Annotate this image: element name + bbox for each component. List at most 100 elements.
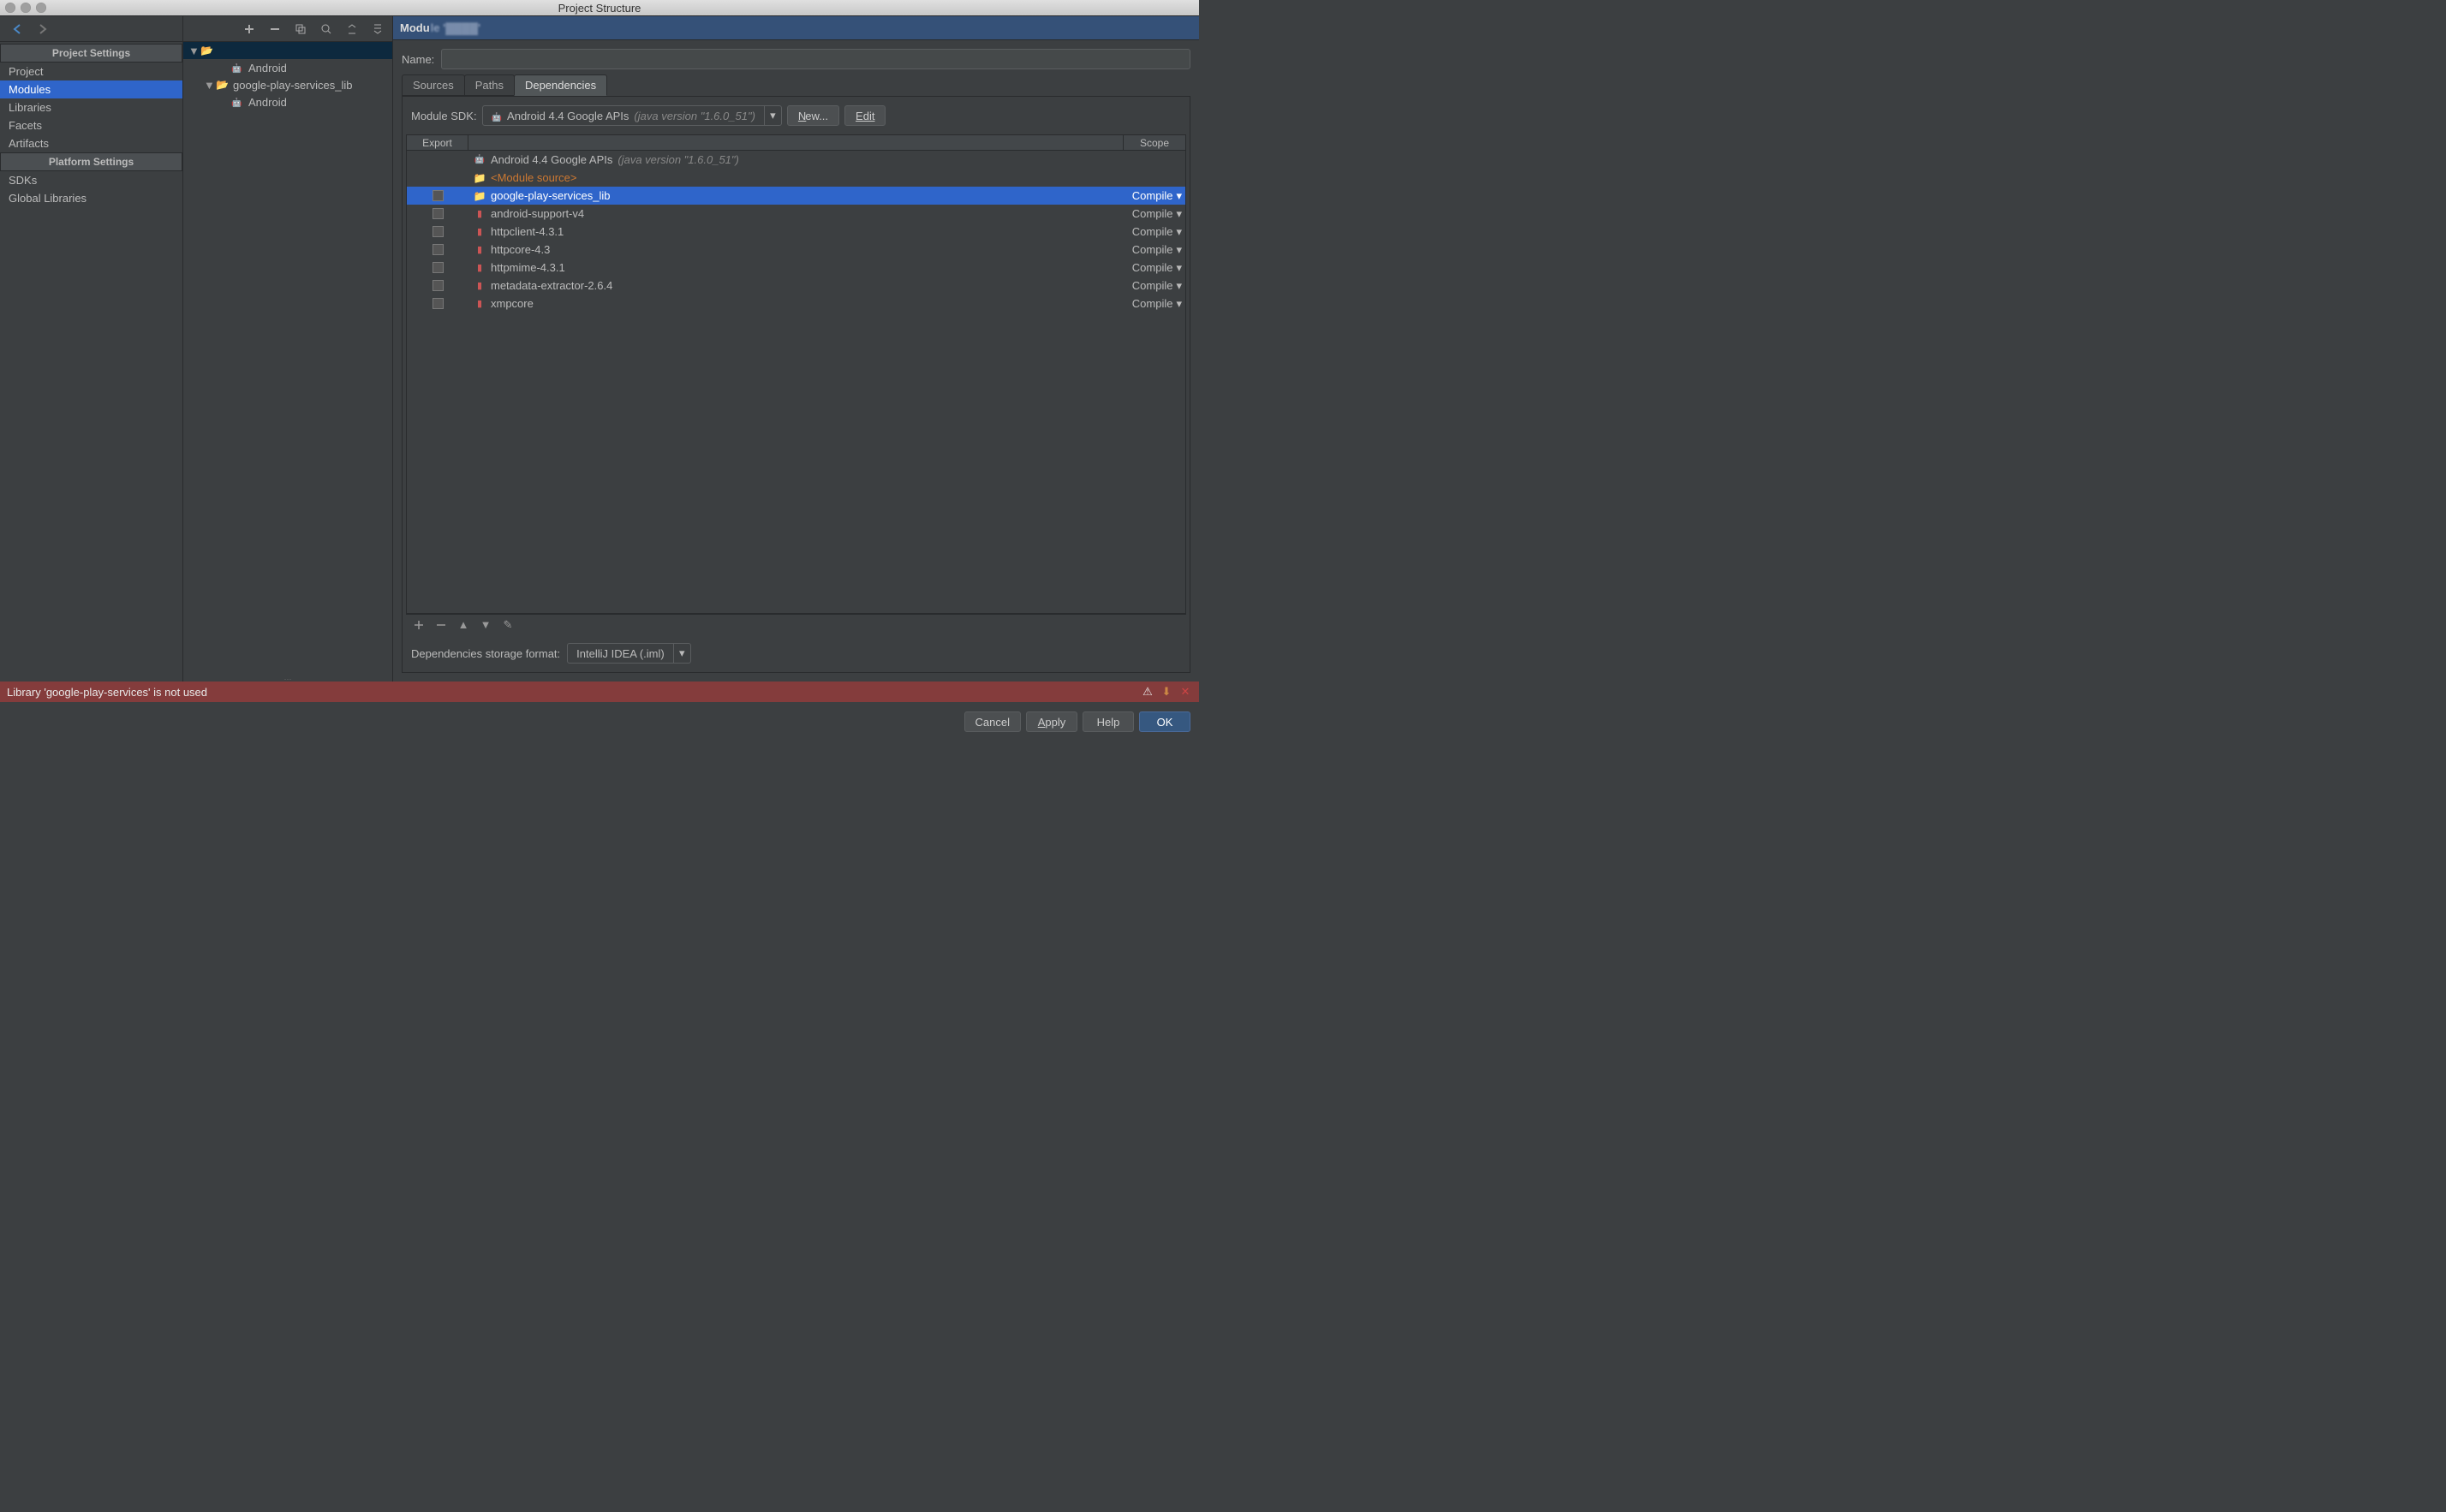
tree-row[interactable]: ▼ google-play-services_lib — [183, 76, 392, 93]
back-button[interactable] — [10, 22, 24, 36]
table-row[interactable]: httpmime-4.3.1Compile▾ — [407, 259, 1185, 277]
tree-expand-icon[interactable]: ▼ — [188, 45, 197, 57]
error-close-icon[interactable]: ✕ — [1178, 685, 1192, 699]
tree-row[interactable]: Android — [183, 59, 392, 76]
scope-caret-icon: ▾ — [1176, 243, 1182, 257]
scope-cell[interactable]: Compile▾ — [1124, 243, 1185, 257]
maximize-window-button[interactable] — [36, 3, 46, 13]
copy-module-button[interactable] — [293, 21, 308, 37]
scope-cell[interactable]: Compile▾ — [1124, 189, 1185, 203]
ok-button[interactable]: OK — [1139, 711, 1190, 732]
table-row[interactable]: android-support-v4 Compile▾ — [407, 205, 1185, 223]
scope-cell[interactable]: Compile▾ — [1124, 225, 1185, 239]
edit-dependency-button[interactable]: ✎ — [502, 619, 514, 631]
tab-dependencies[interactable]: Dependencies — [514, 74, 607, 96]
remove-module-button[interactable] — [267, 21, 283, 37]
name-column-header[interactable] — [468, 135, 1124, 150]
dep-name: httpclient-4.3.1 — [491, 225, 564, 238]
scope-cell[interactable]: Compile▾ — [1124, 261, 1185, 275]
remove-dependency-button[interactable] — [435, 619, 447, 631]
forward-button[interactable] — [36, 22, 50, 36]
table-row[interactable]: metadata-extractor-2.6.4Compile▾ — [407, 277, 1185, 295]
name-cell: metadata-extractor-2.6.4 — [468, 279, 1124, 292]
sidebar-item-facets[interactable]: Facets — [0, 116, 182, 134]
android-icon — [231, 61, 245, 74]
sidebar-item-global-libraries[interactable]: Global Libraries — [0, 189, 182, 207]
export-checkbox[interactable] — [433, 280, 444, 291]
tab-sources[interactable]: Sources — [402, 74, 465, 96]
dep-name: httpcore-4.3 — [491, 243, 550, 256]
table-row[interactable]: Android 4.4 Google APIs (java version "1… — [407, 151, 1185, 169]
find-module-button[interactable] — [319, 21, 334, 37]
sidebar-item-artifacts[interactable]: Artifacts — [0, 134, 182, 152]
export-checkbox[interactable] — [433, 244, 444, 255]
tree-expand-icon[interactable]: ▼ — [204, 79, 212, 92]
sidebar-item-libraries[interactable]: Libraries — [0, 98, 182, 116]
scope-cell[interactable]: Compile▾ — [1124, 297, 1185, 311]
table-row[interactable]: google-play-services_lib Compile▾ — [407, 187, 1185, 205]
table-body[interactable]: Android 4.4 Google APIs (java version "1… — [407, 151, 1185, 613]
table-row[interactable]: httpcore-4.3 Compile▾ — [407, 241, 1185, 259]
status-message: Library 'google-play-services' is not us… — [7, 686, 207, 699]
export-checkbox[interactable] — [433, 262, 444, 273]
detail-column: Module '▓▓▓▓' Name: SourcesPathsDependen… — [393, 16, 1199, 682]
export-checkbox[interactable] — [433, 226, 444, 237]
platform-settings-header: Platform Settings — [0, 152, 182, 171]
table-row[interactable]: httpclient-4.3.1 Compile▾ — [407, 223, 1185, 241]
expand-all-button[interactable] — [344, 21, 360, 37]
export-cell — [407, 262, 468, 273]
dependency-tools: ▲ ▼ ✎ — [406, 614, 1186, 634]
folder-icon — [200, 44, 214, 57]
table-row[interactable]: <Module source> — [407, 169, 1185, 187]
scope-cell[interactable]: Compile▾ — [1124, 279, 1185, 293]
tree-root-label — [218, 45, 246, 57]
export-checkbox[interactable] — [433, 298, 444, 309]
sdk-value: Android 4.4 Google APIs — [507, 110, 629, 122]
close-window-button[interactable] — [5, 3, 15, 13]
cancel-button[interactable]: Cancel — [964, 711, 1021, 732]
help-button[interactable]: Help — [1083, 711, 1134, 732]
android-icon — [492, 110, 502, 122]
export-cell — [407, 208, 468, 219]
storage-format-select[interactable]: IntelliJ IDEA (.iml) ▾ — [567, 643, 691, 664]
download-icon[interactable]: ⬇ — [1160, 685, 1173, 699]
module-sdk-select[interactable]: Android 4.4 Google APIs (java version "1… — [482, 105, 782, 126]
new-sdk-button[interactable]: New... — [787, 105, 839, 126]
scope-caret-icon: ▾ — [1176, 207, 1182, 221]
dropdown-caret-icon: ▾ — [764, 106, 781, 125]
sidebar-item-project[interactable]: Project — [0, 63, 182, 80]
tree-label: google-play-services_lib — [233, 79, 352, 92]
dep-name: google-play-services_lib — [491, 189, 610, 202]
export-checkbox[interactable] — [433, 208, 444, 219]
sidebar-item-modules[interactable]: Modules — [0, 80, 182, 98]
module-tree[interactable]: ▼ Android▼google-play-services_libAndroi… — [183, 42, 392, 676]
tree-root-row[interactable]: ▼ — [183, 42, 392, 59]
dep-extra: (java version "1.6.0_51") — [617, 153, 738, 166]
tab-paths[interactable]: Paths — [464, 74, 515, 96]
add-module-button[interactable] — [242, 21, 257, 37]
warning-icon[interactable]: ⚠ — [1141, 685, 1154, 699]
move-up-button[interactable]: ▲ — [457, 619, 469, 631]
export-checkbox[interactable] — [433, 190, 444, 201]
module-name-input[interactable] — [441, 49, 1190, 69]
library-icon — [474, 226, 486, 238]
export-column-header[interactable]: Export — [407, 135, 468, 150]
add-dependency-button[interactable] — [413, 619, 425, 631]
edit-sdk-button[interactable]: Edit — [844, 105, 886, 126]
dep-name: android-support-v4 — [491, 207, 584, 220]
minimize-window-button[interactable] — [21, 3, 31, 13]
table-header: Export Scope — [407, 135, 1185, 151]
collapse-all-button[interactable] — [370, 21, 385, 37]
move-down-button[interactable]: ▼ — [480, 619, 492, 631]
tree-row[interactable]: Android — [183, 93, 392, 110]
status-bar: Library 'google-play-services' is not us… — [0, 682, 1199, 702]
scope-cell[interactable]: Compile▾ — [1124, 207, 1185, 221]
scope-column-header[interactable]: Scope — [1124, 135, 1185, 150]
history-toolbar — [0, 16, 182, 42]
apply-button[interactable]: Apply — [1026, 711, 1077, 732]
table-row[interactable]: xmpcoreCompile▾ — [407, 295, 1185, 313]
sidebar-item-sdks[interactable]: SDKs — [0, 171, 182, 189]
name-label: Name: — [402, 53, 434, 66]
module-toolbar — [183, 16, 392, 42]
storage-value: IntelliJ IDEA (.iml) — [568, 647, 673, 660]
